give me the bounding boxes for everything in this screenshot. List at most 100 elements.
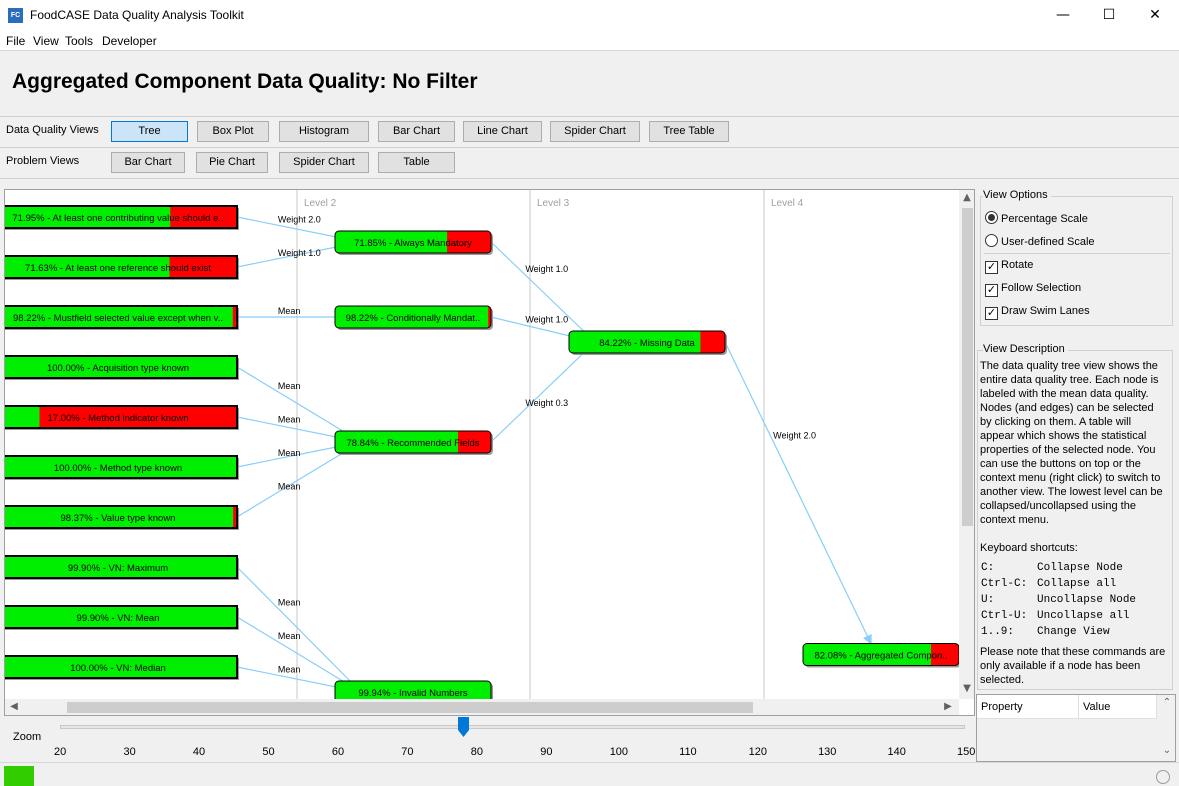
- problem-piechart-button[interactable]: Pie Chart: [196, 152, 268, 173]
- scroll-left-icon[interactable]: ◀: [7, 701, 21, 712]
- edge-label: Weight 2.0: [278, 214, 321, 224]
- property-table[interactable]: Property Value ⌃ ⌄: [976, 694, 1176, 762]
- maximize-button[interactable]: ☐: [1086, 0, 1132, 31]
- shortcut-action: Change View: [1037, 626, 1110, 638]
- draw-swim-lanes-checkbox[interactable]: ✓ Draw Swim Lanes: [985, 305, 1090, 320]
- close-button[interactable]: ✕: [1132, 0, 1178, 31]
- node-label: 98.22% - Conditionally Mandat..: [346, 313, 481, 324]
- node-label: 98.37% - Value type known: [61, 513, 176, 524]
- edge-label: Mean: [278, 597, 301, 607]
- vertical-scrollbar[interactable]: ▲ ▼: [959, 190, 974, 699]
- rotate-checkbox[interactable]: ✓ Rotate: [985, 259, 1033, 274]
- dq-boxplot-button[interactable]: Box Plot: [197, 121, 269, 142]
- problem-table-button[interactable]: Table: [378, 152, 455, 173]
- zoom-label: Zoom: [13, 731, 42, 743]
- zoom-tick-label: 140: [887, 746, 906, 758]
- tree-node[interactable]: 98.37% - Value type known: [5, 505, 239, 530]
- shortcut-row: Ctrl-C: Collapse all: [981, 578, 1116, 590]
- tree-node[interactable]: 98.22% - Mustfield selected value except…: [5, 305, 239, 330]
- tree-edge[interactable]: [490, 241, 596, 343]
- scroll-down-icon[interactable]: ⌄: [1160, 745, 1174, 756]
- node-label: 78.84% - Recommended Fields: [346, 438, 479, 449]
- menu-developer[interactable]: Developer: [102, 34, 157, 48]
- checkbox-checked-icon[interactable]: ✓: [985, 307, 998, 320]
- node-label: 98.22% - Mustfield selected value except…: [13, 313, 223, 324]
- view-description-text: The data quality tree view shows the ent…: [980, 360, 1163, 526]
- scroll-up-icon[interactable]: ▲: [960, 192, 974, 203]
- menu-bar: File View Tools Developer: [0, 31, 1179, 51]
- tree-edge[interactable]: [724, 341, 872, 645]
- dq-histogram-button[interactable]: Histogram: [279, 121, 369, 142]
- dq-spiderchart-button[interactable]: Spider Chart: [550, 121, 640, 142]
- zoom-tick-label: 90: [540, 746, 553, 758]
- scroll-down-icon[interactable]: ▼: [960, 683, 974, 694]
- tree-node[interactable]: 99.94% - Invalid Numbers: [334, 680, 493, 699]
- value-column-header[interactable]: Value: [1079, 695, 1157, 719]
- edge-label: Mean: [278, 664, 301, 674]
- vertical-scroll-thumb[interactable]: [962, 208, 973, 526]
- user-defined-scale-radio[interactable]: User-defined Scale: [985, 234, 1095, 248]
- zoom-tick-label: 130: [818, 746, 837, 758]
- tree-node[interactable]: 82.08% - Aggregated Compon..: [802, 643, 959, 668]
- node-label: 99.90% - VN: Maximum: [68, 563, 168, 574]
- node-label: 71.95% - At least one contributing value…: [12, 213, 223, 224]
- menu-view[interactable]: View: [33, 34, 59, 48]
- radio-selected-icon[interactable]: [985, 211, 998, 224]
- problem-barchart-button[interactable]: Bar Chart: [111, 152, 185, 173]
- edge-label: Mean: [278, 448, 301, 458]
- property-column-header[interactable]: Property: [977, 695, 1079, 719]
- tree-node[interactable]: 71.63% - At least one reference should e…: [5, 255, 239, 280]
- edge-label: Weight 1.0: [278, 248, 321, 258]
- tree-node[interactable]: 84.22% - Missing Data: [568, 330, 727, 355]
- edge-label: Mean: [278, 381, 301, 391]
- zoom-slider-thumb[interactable]: [457, 717, 469, 737]
- radio-unselected-icon[interactable]: [985, 234, 998, 247]
- tree-node[interactable]: 71.85% - Always Mandatory: [334, 230, 493, 255]
- percentage-scale-radio[interactable]: Percentage Scale: [985, 211, 1088, 225]
- level-label: Level 4: [771, 198, 804, 209]
- window-title: FoodCASE Data Quality Analysis Toolkit: [30, 8, 244, 22]
- dq-linechart-button[interactable]: Line Chart: [463, 121, 542, 142]
- tree-node[interactable]: 98.22% - Conditionally Mandat..: [334, 305, 493, 330]
- minimize-button[interactable]: —: [1040, 0, 1086, 31]
- divider: [0, 147, 1179, 148]
- app-icon: FC: [8, 8, 23, 23]
- tree-edge[interactable]: [490, 341, 596, 443]
- page-title: Aggregated Component Data Quality: No Fi…: [12, 70, 478, 93]
- menu-tools[interactable]: Tools: [65, 34, 93, 48]
- tree-node[interactable]: 17.00% - Method indicator known: [5, 405, 239, 430]
- problem-spiderchart-button[interactable]: Spider Chart: [279, 152, 369, 173]
- dq-barchart-button[interactable]: Bar Chart: [378, 121, 455, 142]
- shortcut-action: Uncollapse all: [1037, 610, 1130, 622]
- checkbox-checked-icon[interactable]: ✓: [985, 284, 998, 297]
- shortcut-key: 1..9:: [981, 626, 1015, 638]
- view-options-title: View Options: [983, 189, 1051, 201]
- dq-tree-button[interactable]: Tree: [111, 121, 188, 142]
- tree-canvas[interactable]: Level 2 Level 3 Level 4 Weight 2.0 Weight 1.…: [4, 189, 975, 716]
- shortcut-row: U: Uncollapse Node: [981, 594, 1136, 606]
- follow-selection-checkbox[interactable]: ✓ Follow Selection: [985, 282, 1081, 297]
- checkbox-checked-icon[interactable]: ✓: [985, 261, 998, 274]
- horizontal-scroll-thumb[interactable]: [67, 702, 753, 713]
- tree-node[interactable]: 100.00% - VN: Median: [5, 655, 239, 680]
- tree-node[interactable]: 100.00% - Method type known: [5, 455, 239, 480]
- scroll-right-icon[interactable]: ▶: [941, 701, 955, 712]
- tree-node[interactable]: 71.95% - At least one contributing value…: [5, 205, 239, 230]
- node-label: 82.08% - Aggregated Compon..: [814, 651, 947, 662]
- zoom-slider[interactable]: [60, 725, 965, 729]
- scroll-up-icon[interactable]: ⌃: [1160, 697, 1174, 708]
- tree-node[interactable]: 99.90% - VN: Mean: [5, 605, 239, 630]
- menu-file[interactable]: File: [6, 34, 25, 48]
- edge-label: Mean: [278, 306, 301, 316]
- horizontal-scrollbar[interactable]: ◀ ▶: [5, 699, 959, 715]
- dq-views-label: Data Quality Views: [6, 124, 99, 136]
- tree-node[interactable]: 99.90% - VN: Maximum: [5, 555, 239, 580]
- zoom-tick-label: 50: [262, 746, 275, 758]
- shortcut-action: Uncollapse Node: [1037, 594, 1137, 606]
- tree-node[interactable]: 100.00% - Acquisition type known: [5, 355, 239, 380]
- tree-node[interactable]: 78.84% - Recommended Fields: [334, 430, 493, 455]
- tree-diagram[interactable]: Level 2 Level 3 Level 4 Weight 2.0 Weight 1.…: [5, 190, 959, 699]
- node-label: 100.00% - Method type known: [54, 463, 182, 474]
- node-label: 71.63% - At least one reference should e…: [25, 263, 211, 274]
- dq-treetable-button[interactable]: Tree Table: [649, 121, 729, 142]
